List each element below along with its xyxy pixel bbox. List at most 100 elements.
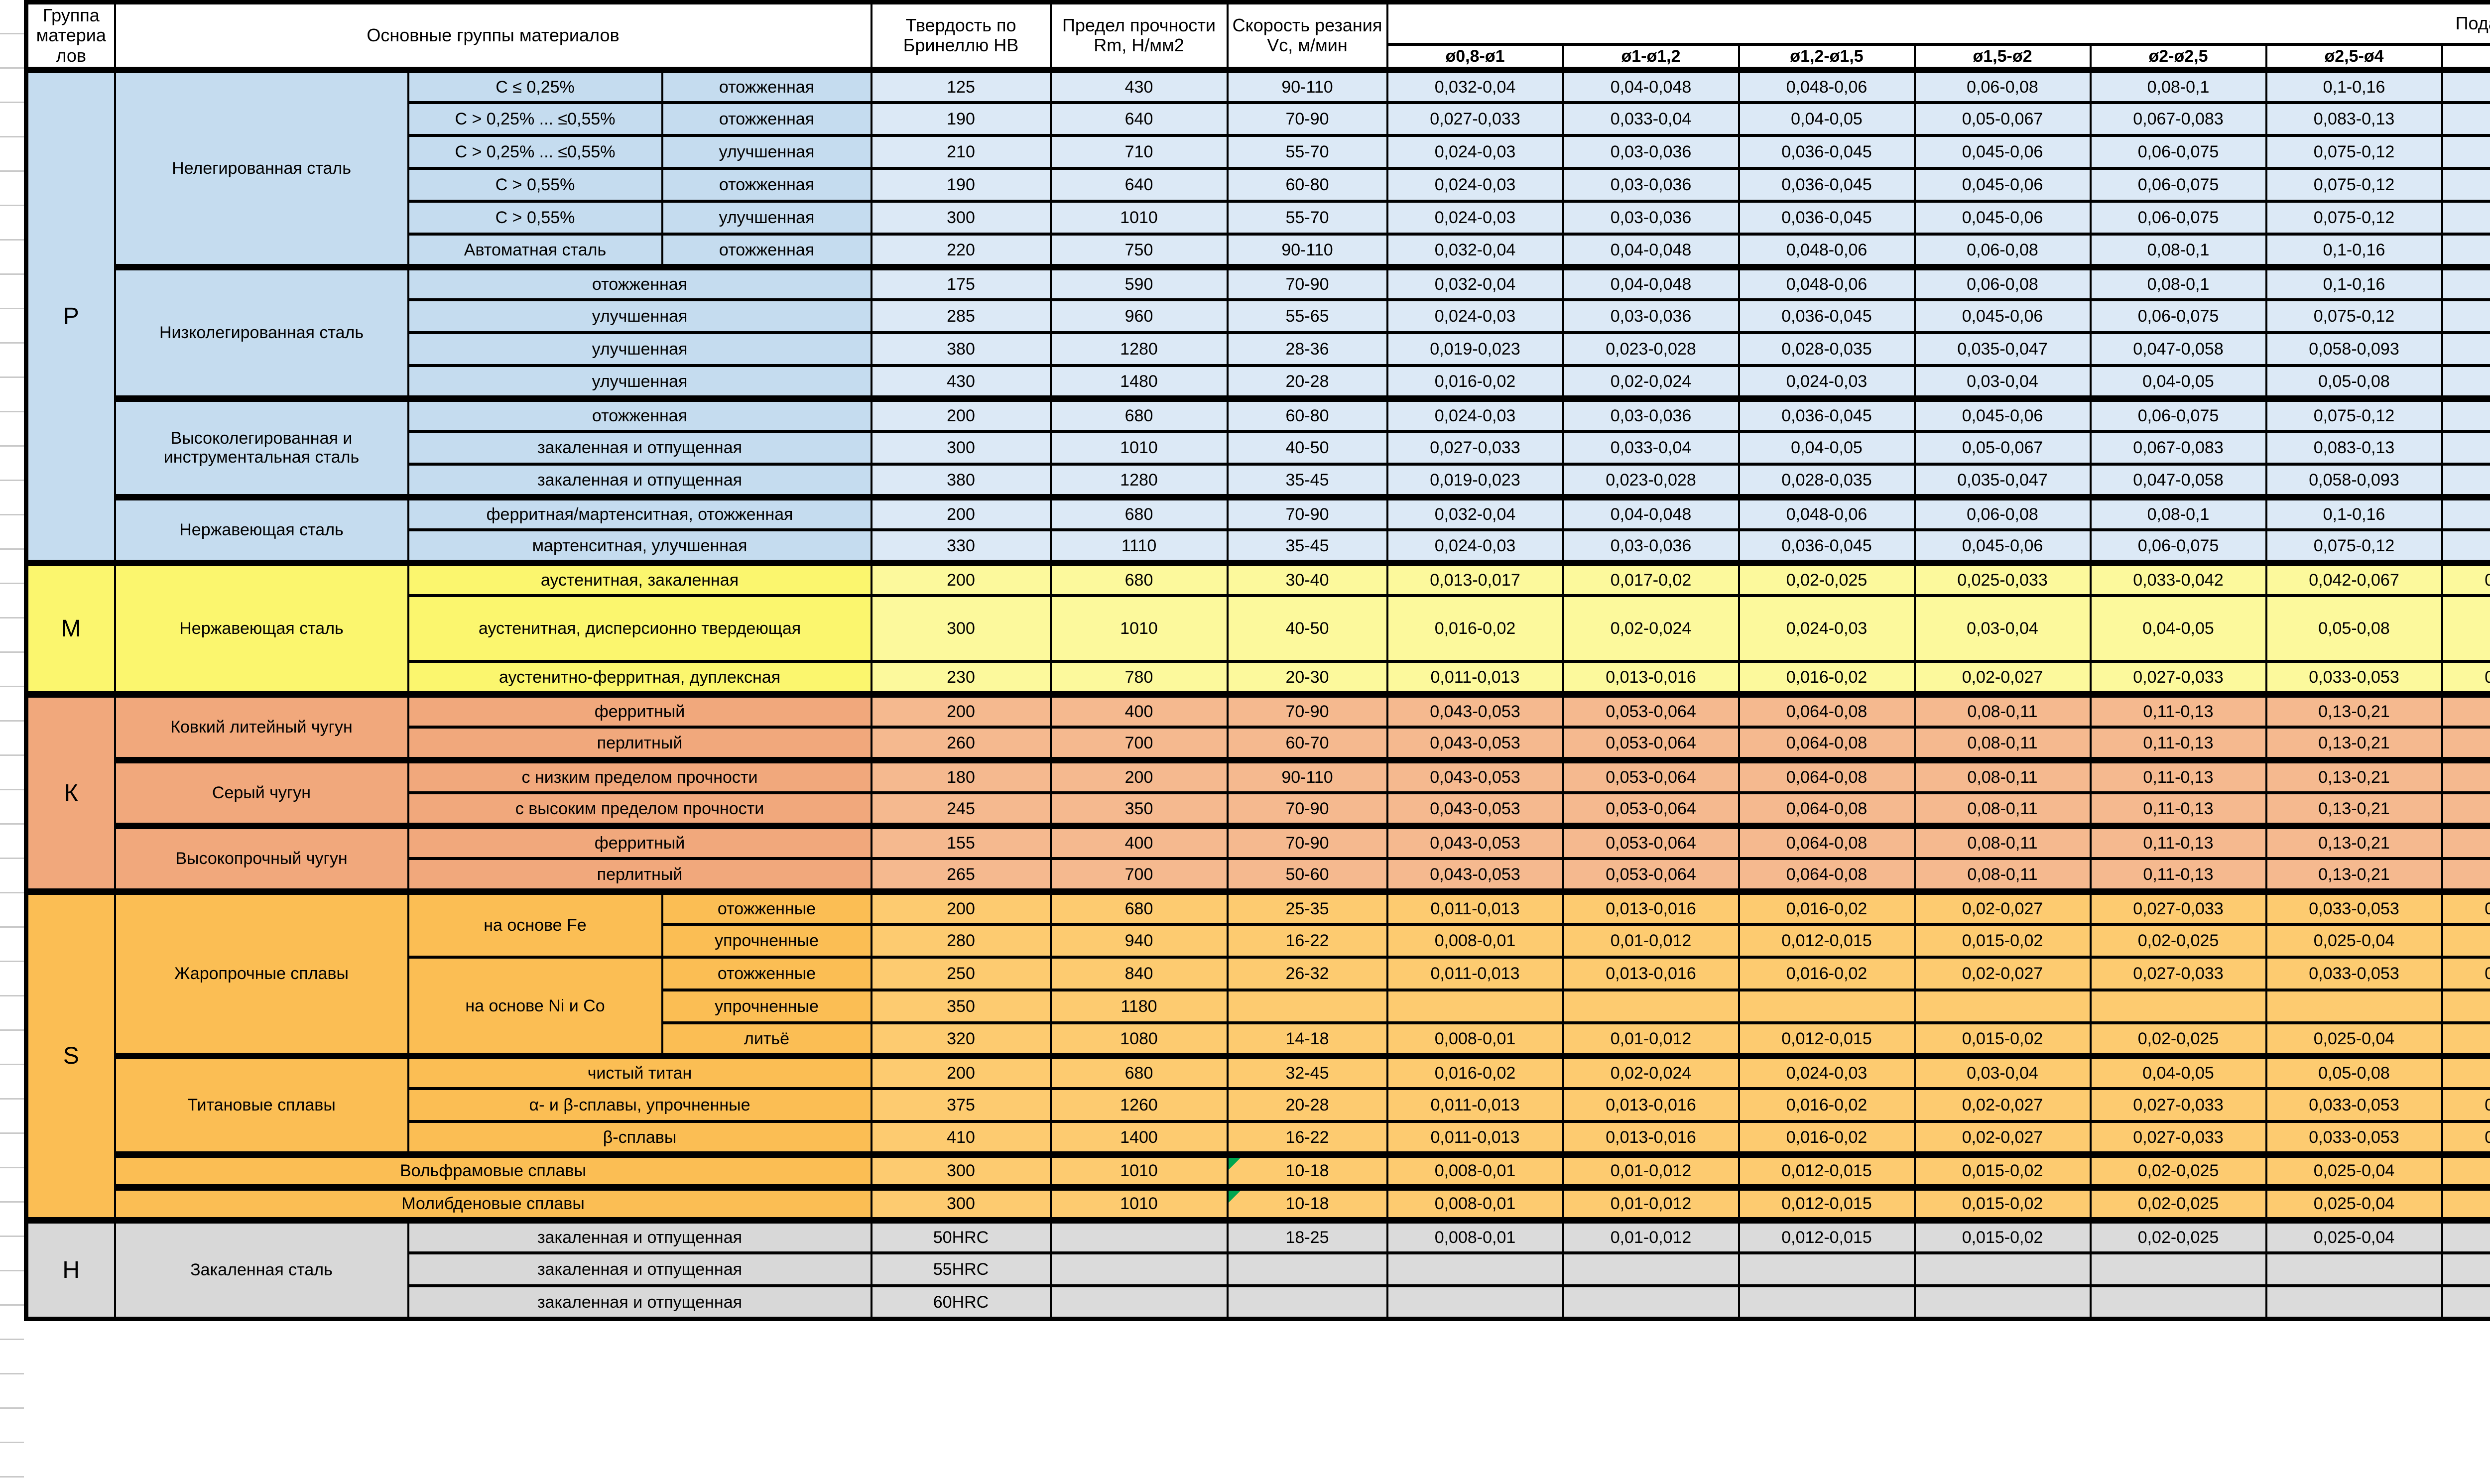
feed-value[interactable]: 0,033-0,053	[2266, 1089, 2442, 1121]
feed-value[interactable]: 0,01-0,012	[1563, 1023, 1739, 1056]
feed-value[interactable]: 0,04-0,05	[2091, 1056, 2266, 1089]
feed-value[interactable]: 0,04-0,048	[1563, 70, 1739, 103]
hb-value[interactable]: 180	[872, 760, 1051, 793]
feed-value[interactable]: 0,045-0,06	[1915, 300, 2091, 333]
rm-value[interactable]	[1051, 1253, 1228, 1286]
hb-value[interactable]: 300	[872, 1187, 1051, 1220]
vc-value[interactable]: 20-28	[1228, 1089, 1387, 1121]
hb-value[interactable]: 200	[872, 398, 1051, 431]
feed-value[interactable]: 0,016-0,02	[1387, 1056, 1563, 1089]
hb-value[interactable]: 60HRC	[872, 1286, 1051, 1319]
feed-value[interactable]: 0,02-0,024	[1563, 596, 1739, 661]
treatment[interactable]: упрочненные	[662, 924, 872, 957]
feed-value[interactable]: 0,02-0,027	[1915, 661, 2091, 694]
feed-value[interactable]: 0,02-0,024	[1563, 366, 1739, 398]
feed-value[interactable]: 0,067-0,083	[2442, 563, 2490, 596]
feed-value[interactable]: 0,08-0,11	[1915, 793, 2091, 826]
feed-value[interactable]: 0,13-0,21	[2266, 826, 2442, 859]
sub-group[interactable]: С > 0,25% ... ≤0,55%	[408, 103, 662, 135]
feed-value[interactable]: 0,025-0,04	[2266, 1220, 2442, 1253]
rm-value[interactable]: 1480	[1051, 366, 1228, 398]
vc-value[interactable]: 35-45	[1228, 530, 1387, 563]
feed-value[interactable]: 0,027-0,033	[2091, 1089, 2266, 1121]
treatment[interactable]: закаленная и отпущенная	[408, 464, 872, 497]
hb-value[interactable]: 380	[872, 464, 1051, 497]
vc-value[interactable]: 60-80	[1228, 168, 1387, 201]
vc-value[interactable]: 90-110	[1228, 760, 1387, 793]
feed-value[interactable]	[2442, 1286, 2490, 1319]
vc-value[interactable]: 32-45	[1228, 1056, 1387, 1089]
feed-value[interactable]: 0,053-0,067	[2442, 891, 2490, 924]
treatment[interactable]: отожженные	[662, 957, 872, 990]
feed-value[interactable]: 0,03-0,036	[1563, 201, 1739, 234]
feed-value[interactable]: 0,04-0,05	[2442, 1220, 2490, 1253]
feed-value[interactable]: 0,02-0,025	[2091, 924, 2266, 957]
treatment[interactable]: улучшенная	[408, 366, 872, 398]
feed-value[interactable]: 0,02-0,025	[2091, 1220, 2266, 1253]
hb-value[interactable]: 380	[872, 333, 1051, 366]
hb-value[interactable]: 300	[872, 1154, 1051, 1187]
feed-value[interactable]: 0,025-0,04	[2266, 924, 2442, 957]
feed-value[interactable]: 0,02-0,027	[1915, 1121, 2091, 1154]
feed-value[interactable]: 0,048-0,06	[1739, 70, 1915, 103]
feed-value[interactable]: 0,024-0,03	[1387, 201, 1563, 234]
treatment[interactable]: ферритный	[408, 826, 872, 859]
treatment[interactable]: ферритная/мартенситная, отожженная	[408, 497, 872, 530]
hb-value[interactable]: 125	[872, 70, 1051, 103]
feed-value[interactable]: 0,093-0,12	[2442, 333, 2490, 366]
feed-value[interactable]: 0,16-0,2	[2442, 267, 2490, 300]
feed-value[interactable]: 0,016-0,02	[1739, 661, 1915, 694]
treatment[interactable]: отожженная	[662, 70, 872, 103]
feed-value[interactable]: 0,083-0,13	[2266, 431, 2442, 464]
feed-value[interactable]	[1387, 1253, 1563, 1286]
rm-value[interactable]: 840	[1051, 957, 1228, 990]
feed-value[interactable]: 0,058-0,093	[2266, 464, 2442, 497]
feed-value[interactable]: 0,013-0,016	[1563, 957, 1739, 990]
feed-value[interactable]: 0,01-0,012	[1563, 1220, 1739, 1253]
rm-value[interactable]: 750	[1051, 234, 1228, 267]
rm-value[interactable]: 1080	[1051, 1023, 1228, 1056]
treatment[interactable]: литьё	[662, 1023, 872, 1056]
feed-value[interactable]: 0,064-0,08	[1739, 760, 1915, 793]
vc-value[interactable]: 28-36	[1228, 333, 1387, 366]
header-diameter[interactable]: ø0,8-ø1	[1387, 44, 1563, 70]
treatment[interactable]: упрочненные	[662, 990, 872, 1023]
feed-value[interactable]: 0,075-0,12	[2266, 135, 2442, 168]
feed-value[interactable]: 0,1-0,16	[2266, 497, 2442, 530]
header-diameter[interactable]: ø1,2-ø1,5	[1739, 44, 1915, 70]
treatment[interactable]: аустенитная, закаленная	[408, 563, 872, 596]
feed-value[interactable]: 0,11-0,13	[2091, 694, 2266, 727]
feed-value[interactable]: 0,03-0,04	[1915, 366, 2091, 398]
feed-value[interactable]: 0,04-0,05	[2442, 1023, 2490, 1056]
treatment[interactable]: перлитный	[408, 727, 872, 760]
vc-value[interactable]: 20-30	[1228, 661, 1387, 694]
group-letter-S[interactable]: S	[26, 891, 115, 1220]
feed-value[interactable]	[2266, 990, 2442, 1023]
vc-value[interactable]: 70-90	[1228, 267, 1387, 300]
feed-value[interactable]: 0,04-0,05	[2442, 1187, 2490, 1220]
feed-value[interactable]: 0,053-0,064	[1563, 859, 1739, 891]
feed-value[interactable]: 0,053-0,064	[1563, 760, 1739, 793]
feed-value[interactable]: 0,032-0,04	[1387, 70, 1563, 103]
rm-value[interactable]: 1280	[1051, 464, 1228, 497]
feed-value[interactable]: 0,012-0,015	[1739, 924, 1915, 957]
feed-value[interactable]: 0,053-0,064	[1563, 826, 1739, 859]
feed-value[interactable]: 0,008-0,01	[1387, 1220, 1563, 1253]
header-diameter[interactable]: ø1,5-ø2	[1915, 44, 2091, 70]
rm-value[interactable]: 640	[1051, 168, 1228, 201]
feed-value[interactable]: 0,08-0,1	[2442, 596, 2490, 661]
feed-value[interactable]: 0,06-0,08	[1915, 497, 2091, 530]
feed-value[interactable]: 0,016-0,02	[1739, 1089, 1915, 1121]
feed-value[interactable]: 0,02-0,024	[1563, 1056, 1739, 1089]
feed-value[interactable]: 0,06-0,08	[1915, 70, 2091, 103]
feed-value[interactable]: 0,024-0,03	[1739, 596, 1915, 661]
feed-value[interactable]: 0,024-0,03	[1387, 530, 1563, 563]
feed-value[interactable]: 0,043-0,053	[1387, 826, 1563, 859]
feed-value[interactable]: 0,033-0,042	[2091, 563, 2266, 596]
family-name[interactable]: Нержавеющая сталь	[115, 563, 408, 694]
feed-value[interactable]	[1915, 990, 2091, 1023]
rm-value[interactable]: 680	[1051, 891, 1228, 924]
feed-value[interactable]: 0,028-0,035	[1739, 464, 1915, 497]
hb-value[interactable]: 155	[872, 826, 1051, 859]
vc-value[interactable]: 14-18	[1228, 1023, 1387, 1056]
